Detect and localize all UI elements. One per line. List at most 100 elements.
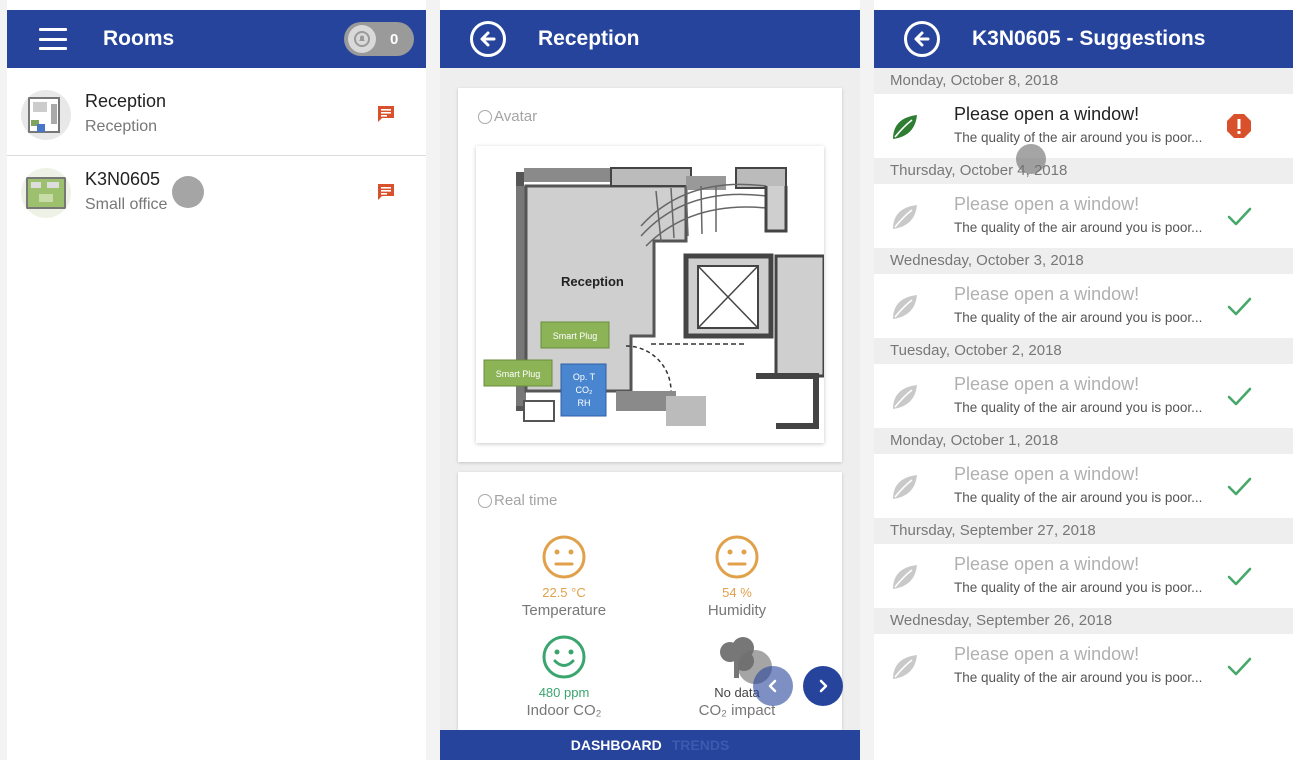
suggestion-item[interactable]: Please open a window! The quality of the … [874, 634, 1293, 698]
room-avatar [21, 168, 71, 218]
realtime-card: Real time 22.5 °C Temperature 54 % Humid… [458, 472, 842, 760]
room-type: Reception [85, 118, 158, 135]
touch-indicator [172, 176, 204, 208]
avatar-card: Avatar Reception Smart Plug Smart Plug O… [458, 88, 842, 462]
check-icon [1227, 657, 1252, 676]
suggestion-title: Please open a window! [954, 104, 1140, 124]
avatar-radio[interactable] [478, 109, 492, 124]
gutter [860, 0, 874, 760]
room-name: Reception [85, 91, 167, 111]
page-title: Reception [538, 27, 640, 50]
bell-icon [348, 25, 376, 53]
chat-icon[interactable] [376, 182, 396, 202]
avatar-label: Avatar [478, 108, 537, 125]
chevron-right-icon [819, 679, 828, 693]
realtime-label: Real time [478, 492, 557, 509]
back-button[interactable] [470, 21, 506, 57]
date-header: Wednesday, October 3, 2018 [874, 248, 1293, 274]
smart-plug-label: Smart Plug [496, 369, 541, 379]
happy-face-icon [542, 635, 586, 679]
tab-dashboard[interactable]: DASHBOARD [571, 737, 662, 753]
room-type: Small office [85, 196, 168, 213]
check-icon [1227, 477, 1252, 496]
co2-label: Indoor CO₂ [526, 702, 602, 719]
date-header: Tuesday, October 2, 2018 [874, 338, 1293, 364]
leaf-icon [893, 385, 917, 409]
check-icon [1227, 207, 1252, 226]
floor-plan-room-label: Reception [561, 274, 624, 289]
co2-impact-label: CO₂ impact [698, 702, 776, 719]
room-item-k3n0605[interactable]: K3N0605 Small office [7, 156, 426, 234]
notification-count: 0 [390, 30, 399, 48]
temperature-gauge[interactable]: 22.5 °C Temperature [494, 534, 634, 619]
co2-gauge[interactable]: 480 ppm Indoor CO₂ [494, 634, 634, 719]
suggestion-text: The quality of the air around you is poo… [954, 130, 1203, 145]
tab-trends[interactable]: TRENDS [672, 737, 730, 753]
arrow-left-icon [480, 31, 496, 47]
notification-toggle[interactable]: 0 [344, 22, 414, 56]
suggestion-item[interactable]: Please open a window! The quality of the … [874, 274, 1293, 338]
arrow-left-icon [914, 31, 930, 47]
gutter [426, 0, 440, 760]
sensor-label: CO₂ [576, 385, 594, 395]
suggestion-item[interactable]: Please open a window! The quality of the … [874, 364, 1293, 428]
suggestion-title: Please open a window! [954, 464, 1140, 484]
humidity-value: 54 % [722, 585, 752, 600]
suggestion-title: Please open a window! [954, 194, 1140, 214]
menu-icon[interactable] [39, 28, 67, 50]
floor-plan-drawing: Reception Smart Plug Smart Plug Op. T CO… [483, 167, 824, 429]
avatar-label-text: Avatar [494, 108, 538, 125]
leaf-icon [893, 655, 917, 679]
check-icon [1227, 297, 1252, 316]
suggestion-text: The quality of the air around you is poo… [954, 580, 1203, 595]
check-icon [1227, 387, 1252, 406]
suggestion-text: The quality of the air around you is poo… [954, 220, 1203, 235]
leaf-icon [893, 295, 917, 319]
date-header: Monday, October 1, 2018 [874, 428, 1293, 454]
suggestion-text: The quality of the air around you is poo… [954, 670, 1203, 685]
realtime-radio[interactable] [478, 493, 492, 508]
date-header: Monday, October 8, 2018 [874, 68, 1293, 94]
humidity-label: Humidity [707, 602, 767, 619]
chevron-left-icon [768, 679, 777, 693]
suggestion-item[interactable]: Please open a window! The quality of the … [874, 544, 1293, 608]
app-bar: K3N0605 - Suggestions [874, 10, 1293, 68]
leaf-icon [893, 565, 917, 589]
suggestion-item[interactable]: Please open a window! The quality of the … [874, 184, 1293, 248]
date-header: Thursday, September 27, 2018 [874, 518, 1293, 544]
alert-icon [1227, 114, 1251, 138]
room-name: K3N0605 [85, 169, 161, 189]
suggestion-text: The quality of the air around you is poo… [954, 310, 1203, 325]
app-bar: Reception [440, 10, 860, 68]
bottom-tab-bar: DASHBOARD TRENDS [440, 730, 860, 760]
sensor-label: RH [578, 398, 591, 408]
suggestion-item[interactable]: Please open a window! The quality of the … [874, 94, 1293, 158]
leaf-icon [893, 205, 917, 229]
sensor-label: Op. T [573, 372, 596, 382]
suggestion-title: Please open a window! [954, 374, 1140, 394]
leaf-icon [893, 115, 917, 139]
suggestion-title: Please open a window! [954, 644, 1140, 664]
humidity-gauge[interactable]: 54 % Humidity [667, 534, 807, 619]
suggestion-text: The quality of the air around you is poo… [954, 400, 1203, 415]
rooms-screen: Rooms 0 Reception Reception K3N0605 Smal… [7, 10, 426, 760]
neutral-face-icon [542, 535, 586, 579]
floor-plan[interactable]: Reception Smart Plug Smart Plug Op. T CO… [476, 146, 824, 443]
check-icon [1227, 567, 1252, 586]
app-bar: Rooms 0 [7, 10, 426, 68]
back-button[interactable] [904, 21, 940, 57]
prev-button[interactable] [753, 666, 793, 706]
temperature-label: Temperature [521, 602, 607, 619]
room-item-reception[interactable]: Reception Reception [7, 78, 426, 156]
suggestions-screen: K3N0605 - Suggestions Monday, October 8,… [874, 10, 1293, 760]
chat-icon[interactable] [376, 104, 396, 124]
suggestion-text: The quality of the air around you is poo… [954, 490, 1203, 505]
page-title: K3N0605 - Suggestions [972, 27, 1206, 50]
page-title: Rooms [103, 27, 175, 50]
suggestion-item[interactable]: Please open a window! The quality of the … [874, 454, 1293, 518]
realtime-label-text: Real time [494, 492, 558, 509]
suggestion-title: Please open a window! [954, 554, 1140, 574]
next-button[interactable] [803, 666, 843, 706]
touch-indicator [1016, 144, 1046, 174]
temperature-value: 22.5 °C [542, 585, 586, 600]
